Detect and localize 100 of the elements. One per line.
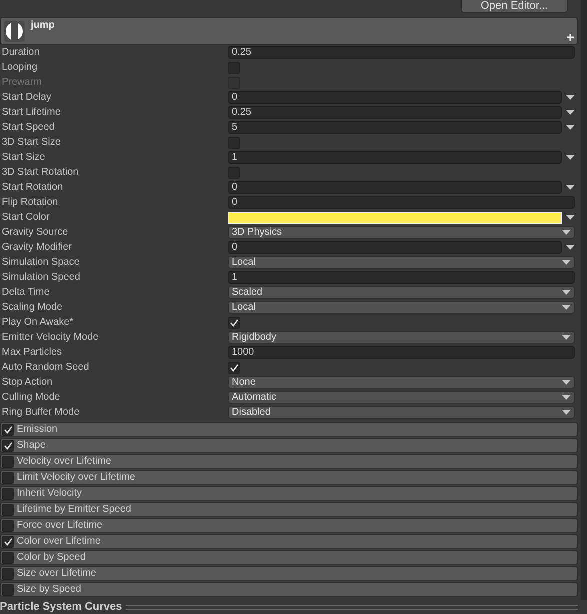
dropdown-arrow-icon — [566, 95, 574, 100]
dropdown-arrow-icon — [562, 230, 571, 235]
module-header[interactable]: Color by Speed — [0, 550, 578, 565]
property-label: Start Rotation — [1, 181, 64, 195]
module-header[interactable]: Limit Velocity over Lifetime — [0, 470, 578, 485]
open-editor-button[interactable]: Open Editor... — [461, 0, 568, 13]
module-header[interactable]: Inherit Velocity — [0, 486, 578, 501]
number-field[interactable]: 0 — [228, 181, 562, 194]
property-label: Duration — [1, 46, 41, 60]
number-field[interactable]: 1000 — [228, 346, 575, 359]
property-label: Simulation Space — [1, 256, 81, 270]
dropdown[interactable]: 3D Physics — [228, 226, 575, 239]
dropdown[interactable]: Scaled — [228, 286, 575, 299]
check-icon — [230, 318, 238, 326]
dropdown-arrow-icon — [566, 155, 574, 160]
module-title: Size by Speed — [17, 583, 82, 597]
checkbox[interactable] — [2, 520, 14, 532]
property-label: Start Delay — [1, 91, 52, 105]
property-label: Simulation Speed — [1, 271, 82, 285]
checkbox[interactable] — [2, 568, 14, 580]
checkbox[interactable] — [228, 362, 240, 374]
number-field[interactable]: 5 — [228, 121, 562, 134]
dropdown-arrow-icon — [566, 215, 574, 220]
property-label: Auto Random Seed — [1, 361, 90, 375]
property-label: Start Speed — [1, 121, 56, 135]
module-title: Color over Lifetime — [17, 535, 101, 549]
dropdown-arrow-icon — [562, 260, 571, 265]
property-label: Start Lifetime — [1, 106, 62, 120]
module-header[interactable]: Size by Speed — [0, 582, 578, 597]
module-title: Shape — [17, 439, 46, 453]
number-field[interactable]: 0.25 — [228, 46, 575, 59]
module-title: Color by Speed — [17, 551, 86, 565]
property-label: Prewarm — [1, 76, 44, 90]
dropdown-arrow-icon — [566, 245, 574, 250]
check-icon — [4, 538, 12, 546]
module-header[interactable]: Force over Lifetime — [0, 518, 578, 533]
property-label: Delta Time — [1, 286, 51, 300]
particle-system-icon — [4, 21, 25, 42]
checkbox[interactable] — [2, 552, 14, 564]
number-field[interactable]: 0 — [228, 241, 562, 254]
module-title: Force over Lifetime — [17, 519, 103, 533]
checkbox[interactable] — [228, 316, 240, 328]
dropdown-arrow-icon — [562, 380, 571, 385]
number-field[interactable]: 1 — [228, 271, 575, 284]
property-label: Emitter Velocity Mode — [1, 331, 100, 345]
module-header[interactable]: Size over Lifetime — [0, 566, 578, 581]
module-title: Lifetime by Emitter Speed — [17, 503, 132, 517]
module-header[interactable]: Color over Lifetime — [0, 534, 578, 549]
module-header[interactable]: Shape — [0, 438, 578, 453]
module-header[interactable]: Lifetime by Emitter Speed — [0, 502, 578, 517]
dropdown-arrow-icon — [562, 395, 571, 400]
dropdown[interactable]: None — [228, 376, 575, 389]
check-icon — [230, 364, 238, 372]
dropdown[interactable]: Disabled — [228, 406, 575, 419]
number-field[interactable]: 1 — [228, 151, 562, 164]
property-label: Stop Action — [1, 376, 54, 390]
dropdown[interactable]: Automatic — [228, 391, 575, 404]
property-label: 3D Start Rotation — [1, 166, 80, 180]
number-field[interactable]: 0.25 — [228, 106, 562, 119]
property-label: Culling Mode — [1, 391, 62, 405]
checkbox[interactable] — [2, 536, 14, 548]
checkbox[interactable] — [2, 456, 14, 468]
property-label: Start Color — [1, 211, 51, 225]
property-label: Start Size — [1, 151, 46, 165]
dropdown[interactable]: Local — [228, 301, 575, 314]
module-title: Limit Velocity over Lifetime — [17, 471, 136, 485]
dropdown-arrow-icon — [566, 125, 574, 130]
number-field[interactable]: 0 — [228, 196, 575, 209]
dropdown-arrow-icon — [566, 110, 574, 115]
dropdown-arrow-icon — [562, 290, 571, 295]
property-label: Flip Rotation — [1, 196, 60, 210]
checkbox[interactable] — [2, 424, 14, 436]
number-field[interactable]: 0 — [228, 91, 562, 104]
module-title: Velocity over Lifetime — [17, 455, 112, 469]
module-title: Emission — [17, 423, 58, 437]
module-header[interactable]: Velocity over Lifetime — [0, 454, 578, 469]
checkbox[interactable] — [2, 440, 14, 452]
property-label: 3D Start Size — [1, 136, 62, 150]
checkbox[interactable] — [2, 584, 14, 596]
dropdown-arrow-icon — [562, 335, 571, 340]
plus-icon — [567, 34, 574, 41]
dropdown-arrow-icon — [562, 305, 571, 310]
property-label: Gravity Modifier — [1, 241, 74, 255]
module-title: Size over Lifetime — [17, 567, 96, 581]
component-title: jump — [31, 21, 55, 33]
drag-handle[interactable] — [126, 604, 578, 610]
checkbox[interactable] — [2, 504, 14, 516]
property-label: Gravity Source — [1, 226, 70, 240]
checkbox[interactable] — [2, 488, 14, 500]
property-label: Looping — [1, 61, 39, 75]
checkbox[interactable] — [2, 472, 14, 484]
property-label: Ring Buffer Mode — [1, 406, 81, 420]
module-header[interactable]: Emission — [0, 422, 578, 437]
property-label: Play On Awake* — [1, 316, 75, 330]
panel-title: Particle System Curves — [0, 600, 122, 614]
property-label: Scaling Mode — [1, 301, 64, 315]
dropdown[interactable]: Local — [228, 256, 575, 269]
dropdown[interactable]: Rigidbody — [228, 331, 575, 344]
color-swatch[interactable] — [228, 212, 562, 224]
dropdown-arrow-icon — [562, 410, 571, 415]
